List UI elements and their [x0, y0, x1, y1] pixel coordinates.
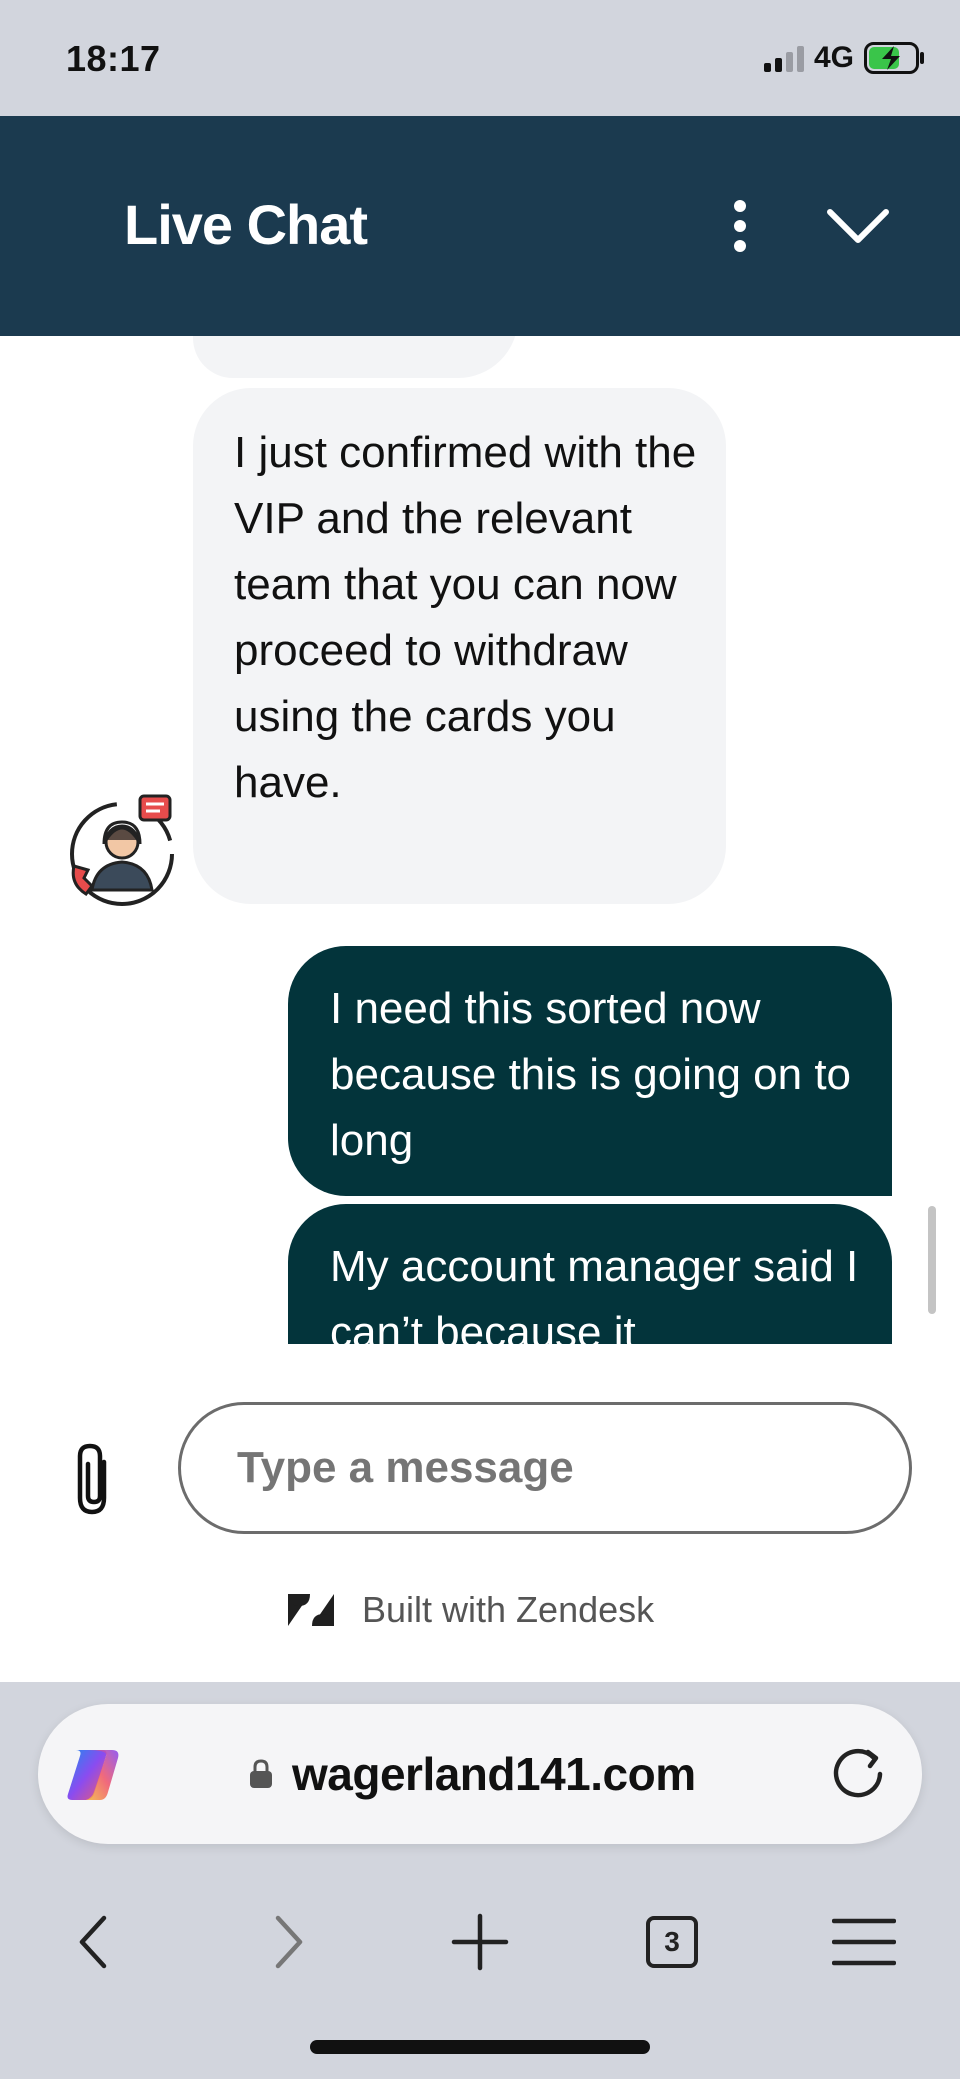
message-list[interactable]: I just confirmed with the VIP and the re…: [0, 336, 960, 1344]
address-bar[interactable]: wagerland141.com: [38, 1704, 922, 1844]
plus-icon: [451, 1913, 509, 1971]
user-message: My account manager said I can’t because …: [288, 1204, 892, 1344]
status-bar: 18:17 4G: [0, 0, 960, 116]
browser-nav-row: 3: [0, 1882, 960, 2002]
url-display[interactable]: wagerland141.com: [248, 1744, 696, 1804]
chevron-down-icon[interactable]: [820, 196, 896, 256]
zendesk-logo-icon: [288, 1594, 334, 1626]
new-tab-button[interactable]: [430, 1882, 530, 2002]
url-text: wagerland141.com: [292, 1748, 696, 1800]
message-input[interactable]: [178, 1402, 912, 1534]
chevron-right-icon: [275, 1915, 303, 1969]
hamburger-menu-icon: [832, 1918, 896, 1966]
previous-agent-message: [193, 336, 518, 378]
agent-message-text: I just confirmed with the VIP and the re…: [234, 428, 697, 807]
reload-icon[interactable]: [828, 1744, 888, 1804]
chevron-left-icon: [79, 1915, 107, 1969]
user-message: I need this sorted now because this is g…: [288, 946, 892, 1196]
user-message-text: I need this sorted now because this is g…: [330, 984, 852, 1165]
more-options-icon[interactable]: [720, 196, 760, 256]
back-button[interactable]: [44, 1882, 144, 2002]
copilot-icon[interactable]: [62, 1742, 128, 1808]
zendesk-branding[interactable]: Built with Zendesk: [286, 1584, 654, 1636]
header-title: Live Chat: [124, 193, 368, 256]
user-message-text: My account manager said I can’t because …: [330, 1242, 859, 1344]
scrollbar-thumb[interactable]: [928, 1206, 936, 1314]
zendesk-branding-text: Built with Zendesk: [362, 1589, 655, 1630]
tab-count: 3: [646, 1916, 698, 1968]
agent-message: I just confirmed with the VIP and the re…: [193, 388, 726, 904]
lock-icon: [250, 1759, 272, 1788]
browser-toolbar: wagerland141.com 3: [0, 1682, 960, 2079]
battery-charging-icon: [864, 42, 924, 74]
support-agent-avatar-icon: [70, 794, 174, 906]
tabs-button[interactable]: 3: [622, 1882, 722, 2002]
cellular-signal-icon: [763, 44, 804, 72]
forward-button[interactable]: [238, 1882, 338, 2002]
paperclip-icon[interactable]: [70, 1440, 120, 1520]
home-indicator[interactable]: [310, 2040, 650, 2054]
chat-header: Live Chat: [0, 116, 960, 336]
menu-button[interactable]: [814, 1882, 914, 2002]
status-indicators: 4G: [763, 40, 926, 76]
status-time: 18:17: [66, 38, 161, 79]
network-type: 4G: [813, 41, 854, 74]
